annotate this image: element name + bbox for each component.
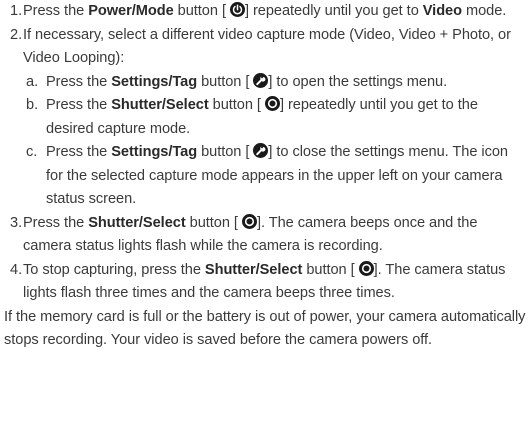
substep-c: c. Press the Settings/Tag button [ ] to …	[4, 141, 528, 212]
step-number: 3.	[10, 214, 23, 231]
step-text: Press the	[46, 144, 112, 160]
step-text: button [	[197, 73, 250, 90]
instructions-document: 1. Press the Power/Mode button [ ] repea…	[4, 0, 528, 353]
substep-letter: c.	[26, 144, 38, 160]
step-text: button [	[197, 144, 250, 160]
shutter-icon	[264, 96, 280, 111]
step-3: 3. Press the Shutter/Select button [ ]. …	[4, 212, 528, 259]
button-name: Settings/Tag	[111, 144, 198, 160]
footer-note: If the memory card is full or the batter…	[4, 308, 526, 349]
power-icon	[229, 2, 245, 17]
step-number: 1.	[10, 3, 23, 19]
button-name: Shutter/Select	[88, 214, 186, 231]
step-text: button [	[173, 3, 226, 19]
substep-letter: b.	[26, 97, 39, 113]
step-text: button [	[185, 214, 238, 231]
shutter-icon	[241, 213, 257, 229]
step-text: mode.	[462, 3, 507, 19]
button-name: Settings/Tag	[111, 73, 198, 90]
step-text: Press the	[23, 3, 89, 19]
button-name: Power/Mode	[88, 3, 174, 19]
step-text: button [	[302, 261, 355, 278]
step-2: 2. If necessary, select a different vide…	[4, 24, 528, 71]
wrench-icon	[253, 72, 269, 88]
step-number: 4.	[10, 261, 23, 278]
button-name: Shutter/Select	[204, 261, 303, 278]
step-text: If necessary, select a different video c…	[23, 26, 511, 67]
step-text: ] repeatedly until you get to	[244, 3, 423, 19]
step-text: ] to open the settings menu.	[268, 73, 448, 90]
step-text: To stop capturing, press the	[23, 261, 205, 278]
substep-letter: a.	[26, 73, 39, 90]
step-number: 2.	[10, 26, 23, 43]
step-4: 4. To stop capturing, press the Shutter/…	[4, 259, 528, 306]
wrench-icon	[253, 143, 269, 158]
step-text: Press the	[46, 97, 112, 113]
substep-b: b. Press the Shutter/Select button [ ] r…	[4, 94, 528, 141]
button-name: Shutter/Select	[111, 97, 209, 113]
substep-a: a. Press the Settings/Tag button [ ] to …	[4, 71, 528, 95]
shutter-icon	[358, 260, 374, 276]
step-text: Press the	[46, 73, 112, 90]
step-1: 1. Press the Power/Mode button [ ] repea…	[4, 0, 528, 24]
step-text: Press the	[23, 214, 89, 231]
step-text: button [	[208, 97, 261, 113]
mode-name: Video	[422, 3, 462, 19]
